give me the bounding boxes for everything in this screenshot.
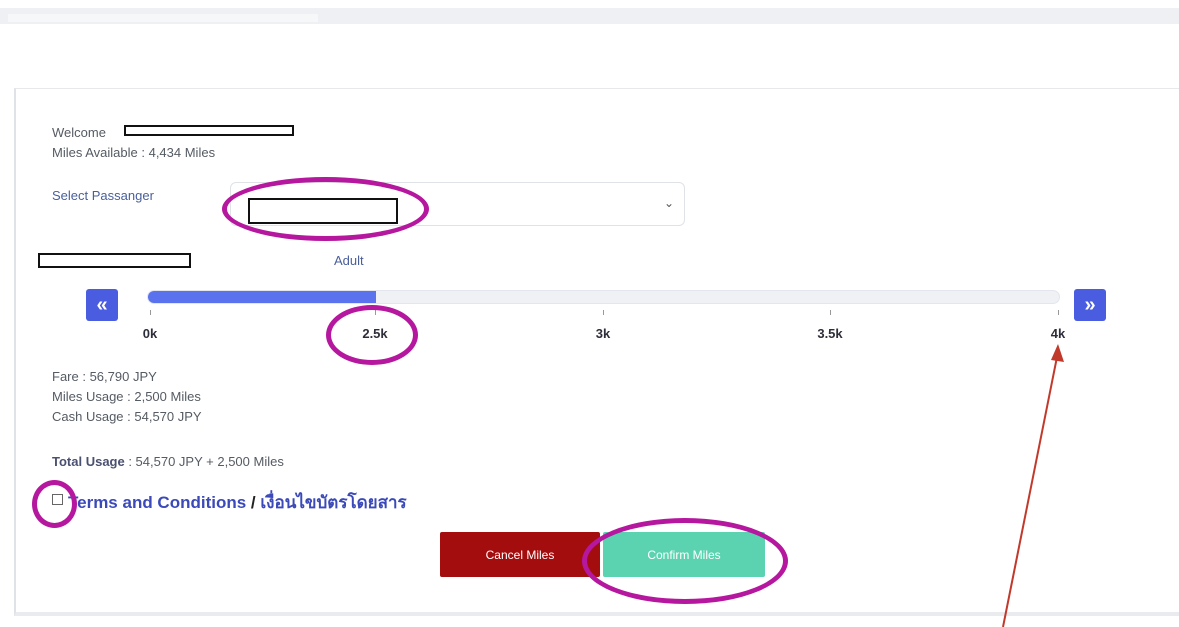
miles-slider-fill xyxy=(148,291,376,303)
annotation-ring-slider-value xyxy=(326,305,418,365)
annotation-ring-checkbox xyxy=(32,480,77,528)
total-usage-label: Total Usage xyxy=(52,454,125,469)
miles-usage-text: Miles Usage : 2,500 Miles xyxy=(52,389,201,404)
slider-tick-label: 4k xyxy=(1050,326,1066,341)
terms-thai-link[interactable]: เงื่อนไขบัตรโดยสาร xyxy=(260,493,406,512)
slider-tick xyxy=(603,310,604,315)
cancel-miles-button[interactable]: Cancel Miles xyxy=(440,532,600,577)
top-bar-tab xyxy=(8,14,318,22)
passenger-type: Adult xyxy=(334,253,364,268)
fare-text: Fare : 56,790 JPY xyxy=(52,369,157,384)
annotation-ring-passenger xyxy=(222,177,429,241)
welcome-label: Welcome xyxy=(52,125,106,140)
terms-separator: / xyxy=(246,493,261,512)
annotation-ring-confirm xyxy=(582,518,788,604)
total-usage: Total Usage : 54,570 JPY + 2,500 Miles xyxy=(52,454,284,469)
slider-tick xyxy=(1058,310,1059,315)
double-chevron-left-icon: « xyxy=(96,293,108,316)
slider-tick xyxy=(150,310,151,315)
chevron-down-icon: ⌄ xyxy=(663,196,674,210)
terms-row: Terms and Conditions / เงื่อนไขบัตรโดยสา… xyxy=(68,489,407,516)
cash-usage-text: Cash Usage : 54,570 JPY xyxy=(52,409,202,424)
select-passenger-label: Select Passanger xyxy=(52,188,154,203)
terms-link[interactable]: Terms and Conditions xyxy=(68,493,246,512)
slider-tick-label: 3.5k xyxy=(817,326,843,341)
slider-tick-label: 3k xyxy=(595,326,611,341)
redacted-passenger-info xyxy=(38,253,191,268)
slider-tick xyxy=(830,310,831,315)
miles-available: Miles Available : 4,434 Miles xyxy=(52,145,216,160)
total-usage-value: : 54,570 JPY + 2,500 Miles xyxy=(124,454,284,469)
miles-slider-track[interactable] xyxy=(147,290,1060,304)
slider-prev-button[interactable]: « xyxy=(86,289,118,321)
slider-next-button[interactable]: » xyxy=(1074,289,1106,321)
slider-tick-label: 0k xyxy=(142,326,158,341)
redacted-user-name xyxy=(124,125,294,136)
double-chevron-right-icon: » xyxy=(1084,293,1096,316)
